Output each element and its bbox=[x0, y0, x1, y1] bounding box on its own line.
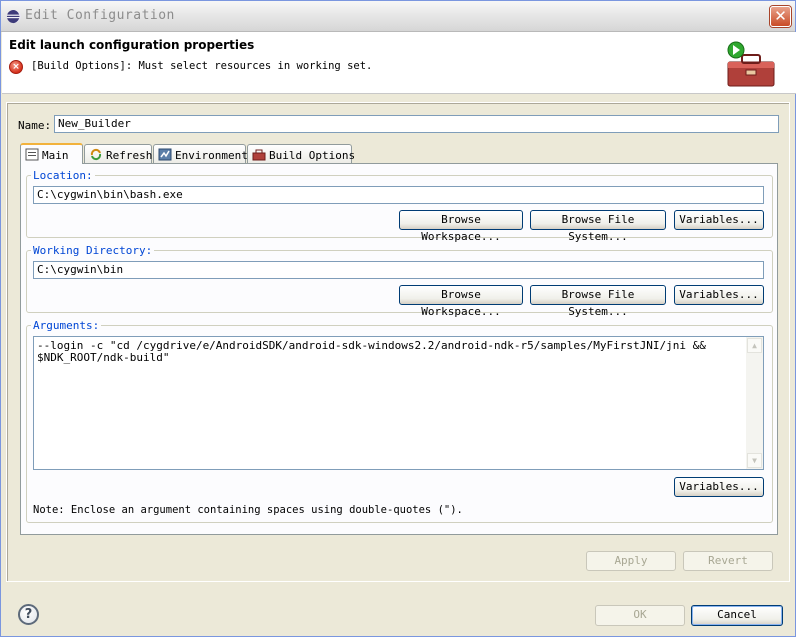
arguments-label: Arguments: bbox=[31, 319, 102, 332]
arguments-scrollbar[interactable]: ▲ ▼ bbox=[746, 337, 763, 469]
close-button[interactable]: ✕ bbox=[770, 6, 791, 27]
arguments-text: --login -c "cd /cygdrive/e/AndroidSDK/an… bbox=[37, 339, 706, 364]
tab-build-options-label: Build Options bbox=[269, 149, 356, 162]
help-icon[interactable]: ? bbox=[18, 604, 39, 625]
location-browse-workspace-button[interactable]: Browse Workspace... bbox=[399, 210, 523, 243]
apply-button[interactable]: Apply bbox=[586, 551, 676, 571]
eclipse-icon bbox=[6, 9, 21, 24]
working-directory-label: Working Directory: bbox=[31, 244, 155, 257]
edit-configuration-window: Edit Configuration ✕ Edit launch configu… bbox=[0, 0, 796, 637]
environment-icon bbox=[158, 148, 172, 161]
ok-button[interactable]: OK bbox=[595, 605, 685, 626]
error-message: [Build Options]: Must select resources i… bbox=[31, 60, 373, 72]
refresh-icon bbox=[90, 148, 102, 161]
tab-environment[interactable]: Environment bbox=[153, 144, 248, 164]
working-directory-variables-button[interactable]: Variables... bbox=[674, 285, 764, 305]
dialog-heading: Edit launch configuration properties bbox=[9, 38, 255, 52]
tab-build-options[interactable]: Build Options bbox=[247, 144, 356, 164]
location-input[interactable]: C:\cygwin\bin\bash.exe bbox=[33, 186, 764, 204]
arguments-textarea[interactable]: --login -c "cd /cygdrive/e/AndroidSDK/an… bbox=[33, 336, 764, 470]
tab-main-label: Main bbox=[42, 149, 69, 162]
build-options-icon bbox=[252, 149, 266, 161]
location-label: Location: bbox=[31, 169, 95, 182]
location-browse-file-system-button[interactable]: Browse File System... bbox=[530, 210, 666, 243]
toolbox-run-icon bbox=[727, 41, 775, 87]
scroll-down-icon[interactable]: ▼ bbox=[747, 453, 762, 468]
scroll-up-icon[interactable]: ▲ bbox=[747, 338, 762, 353]
title-bar[interactable]: Edit Configuration ✕ bbox=[1, 1, 795, 32]
name-label: Name: bbox=[18, 119, 52, 132]
tab-main[interactable]: Main bbox=[20, 143, 83, 164]
revert-button[interactable]: Revert bbox=[683, 551, 773, 571]
working-directory-browse-file-system-button[interactable]: Browse File System... bbox=[530, 285, 666, 318]
window-title: Edit Configuration bbox=[25, 8, 175, 23]
arguments-variables-button[interactable]: Variables... bbox=[674, 477, 764, 497]
working-directory-browse-workspace-button[interactable]: Browse Workspace... bbox=[399, 285, 523, 318]
working-directory-input[interactable]: C:\cygwin\bin bbox=[33, 261, 764, 279]
main-tab-icon bbox=[25, 148, 39, 161]
cancel-button[interactable]: Cancel bbox=[691, 605, 783, 626]
name-input[interactable]: New_Builder bbox=[54, 115, 779, 133]
tab-environment-label: Environment bbox=[175, 149, 248, 162]
arguments-note: Note: Enclose an argument containing spa… bbox=[33, 504, 463, 516]
dialog-header: Edit launch configuration properties × [… bbox=[2, 32, 796, 94]
tab-refresh-label: Refresh bbox=[106, 149, 153, 162]
location-variables-button[interactable]: Variables... bbox=[674, 210, 764, 230]
tab-refresh[interactable]: Refresh bbox=[84, 144, 152, 164]
error-icon: × bbox=[9, 60, 23, 74]
